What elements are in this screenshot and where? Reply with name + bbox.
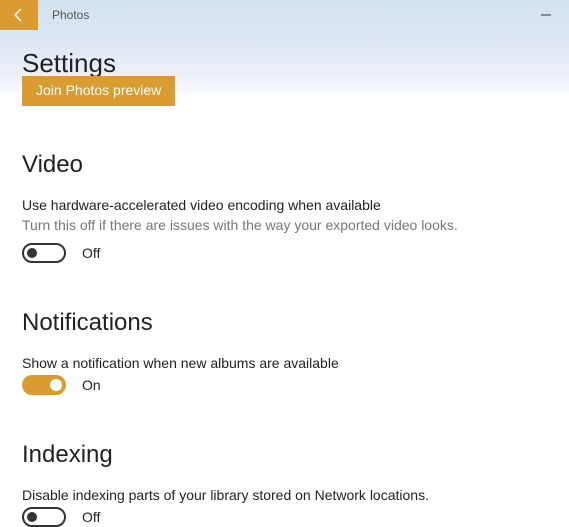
notifications-setting-label: Show a notification when new albums are … [22, 355, 547, 371]
back-button[interactable] [0, 0, 38, 30]
section-heading-notifications: Notifications [22, 309, 547, 337]
video-toggle[interactable] [22, 243, 66, 263]
section-heading-video: Video [22, 151, 547, 179]
video-toggle-row: Off [22, 243, 547, 263]
indexing-setting-label: Disable indexing parts of your library s… [22, 487, 547, 503]
notifications-toggle-row: On [22, 375, 547, 395]
toggle-knob [27, 248, 37, 258]
video-setting-description: Turn this off if there are issues with t… [22, 217, 547, 233]
minimize-icon [540, 9, 552, 21]
video-toggle-state: Off [82, 245, 100, 261]
minimize-button[interactable] [523, 0, 569, 30]
titlebar: Photos [0, 0, 569, 30]
join-preview-button[interactable]: Join Photos preview [22, 76, 175, 106]
video-setting-label: Use hardware-accelerated video encoding … [22, 197, 547, 213]
notifications-toggle[interactable] [22, 375, 66, 395]
toggle-knob [27, 512, 37, 522]
page-title: Settings [22, 48, 547, 79]
toggle-knob [50, 379, 62, 391]
notifications-toggle-state: On [82, 377, 101, 393]
app-title: Photos [38, 0, 523, 30]
indexing-toggle-state: Off [82, 509, 100, 525]
section-notifications: Notifications Show a notification when n… [22, 309, 547, 395]
section-heading-indexing: Indexing [22, 441, 547, 469]
indexing-toggle-row: Off [22, 507, 547, 527]
content-area: Join Photos preview Video Use hardware-a… [0, 93, 569, 527]
section-indexing: Indexing Disable indexing parts of your … [22, 441, 547, 527]
arrow-left-icon [11, 7, 27, 23]
section-video: Video Use hardware-accelerated video enc… [22, 151, 547, 263]
indexing-toggle[interactable] [22, 507, 66, 527]
